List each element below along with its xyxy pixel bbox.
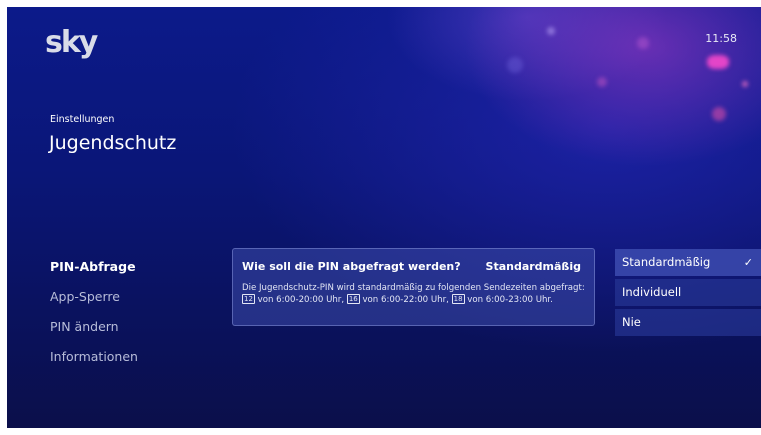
option-individuell[interactable]: Individuell [615, 279, 761, 306]
age-rating-12-icon: 12 [242, 294, 255, 304]
info-current-value: Standardmäßig [485, 260, 581, 273]
description-text: von 6:00-22:00 Uhr, [359, 295, 452, 305]
option-label: Standardmäßig [622, 255, 711, 269]
description-text: Die Jugendschutz-PIN wird standardmäßig … [242, 283, 585, 293]
info-question: Wie soll die PIN abgefragt werden? [242, 260, 461, 273]
bokeh-light [707, 55, 729, 69]
sky-logo: sky [45, 25, 98, 60]
option-nie[interactable]: Nie [615, 309, 761, 336]
menu-item-informationen[interactable]: Informationen [50, 347, 138, 377]
menu-item-pin-abfrage[interactable]: PIN-Abfrage [50, 257, 138, 287]
age-rating-18-icon: 18 [451, 294, 465, 304]
tv-screen: sky 11:58 Einstellungen Jugendschutz PIN… [7, 7, 761, 428]
bokeh-light [507, 57, 523, 73]
settings-menu: PIN-Abfrage App-Sperre PIN ändern Inform… [50, 257, 138, 377]
clock: 11:58 [705, 32, 737, 45]
breadcrumb: Einstellungen [50, 114, 115, 125]
page-title: Jugendschutz [49, 132, 177, 154]
bokeh-light [637, 37, 649, 49]
pin-query-info-panel[interactable]: Wie soll die PIN abgefragt werden? Stand… [232, 248, 595, 326]
option-label: Nie [622, 315, 641, 329]
description-text: von 6:00-20:00 Uhr, [254, 295, 347, 305]
option-standardmaessig[interactable]: Standardmäßig ✓ [615, 249, 761, 276]
bokeh-light [712, 107, 726, 121]
bokeh-light [742, 81, 748, 87]
menu-item-app-sperre[interactable]: App-Sperre [50, 287, 138, 317]
bokeh-light [547, 27, 555, 35]
info-description: Die Jugendschutz-PIN wird standardmäßig … [242, 283, 587, 306]
bokeh-light [597, 77, 607, 87]
option-list: Standardmäßig ✓ Individuell Nie [615, 249, 761, 339]
option-label: Individuell [622, 285, 682, 299]
checkmark-icon: ✓ [743, 256, 753, 269]
menu-item-pin-aendern[interactable]: PIN ändern [50, 317, 138, 347]
description-text: von 6:00-23:00 Uhr. [464, 295, 553, 305]
age-rating-16-icon: 16 [346, 294, 360, 304]
